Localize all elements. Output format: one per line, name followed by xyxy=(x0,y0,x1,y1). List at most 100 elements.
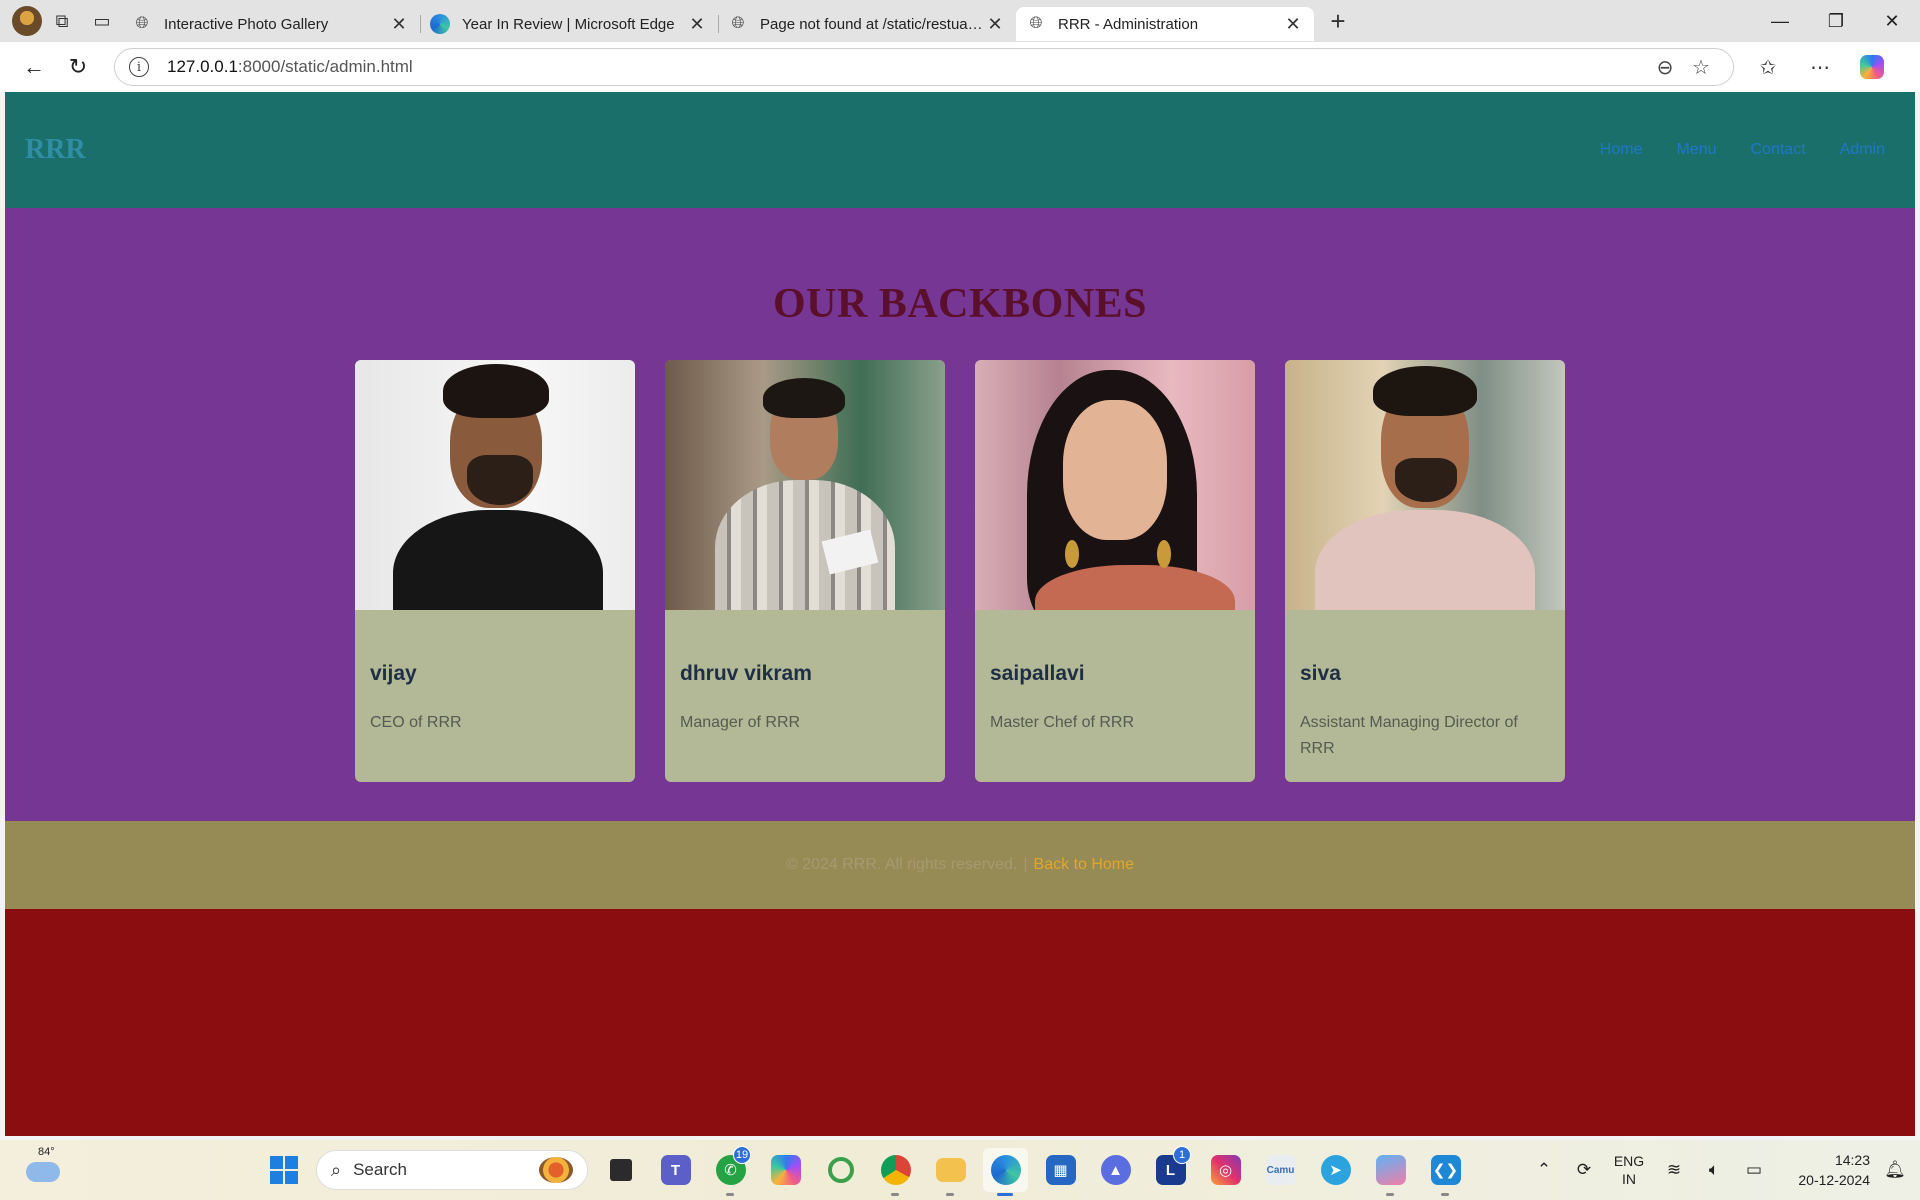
sync-icon[interactable]: ⟳ xyxy=(1564,1160,1604,1180)
triangle-icon: ▲ xyxy=(1100,1155,1131,1185)
language-code: ENG xyxy=(1613,1153,1645,1169)
tab-photo-gallery[interactable]: 🌐︎ Interactive Photo Gallery ✕ xyxy=(122,7,420,41)
task-view-icon xyxy=(609,1159,632,1181)
volume-icon[interactable]: 🔈︎ xyxy=(1694,1160,1734,1180)
back-to-home-link[interactable]: Back to Home xyxy=(1034,856,1134,874)
member-name: dhruv vikram xyxy=(680,662,812,685)
team-photo xyxy=(1285,360,1565,610)
language-indicator[interactable]: ENG IN xyxy=(1604,1152,1654,1188)
close-icon[interactable]: ✕ xyxy=(984,14,1006,35)
region-code: IN xyxy=(1622,1171,1636,1187)
profile-avatar[interactable] xyxy=(12,6,42,36)
url-text[interactable]: 127.0.0.1:8000/static/admin.html xyxy=(167,57,1647,77)
copilot-button[interactable] xyxy=(1846,47,1898,87)
vscode-app[interactable]: ❮❯ xyxy=(1423,1148,1468,1196)
team-cards: vijay CEO of RRR dhruv vikram Manager of… xyxy=(355,360,1565,782)
back-button[interactable]: ← xyxy=(12,47,56,87)
close-icon[interactable]: ✕ xyxy=(1282,14,1304,35)
favorites-icon[interactable]: ✩ xyxy=(1742,47,1794,87)
copilot-app[interactable] xyxy=(763,1148,808,1192)
tab-title: Interactive Photo Gallery xyxy=(164,15,329,33)
time: 14:23 xyxy=(1834,1152,1870,1168)
taskbar-search[interactable]: ⌕ Search xyxy=(316,1150,588,1190)
site-logo[interactable]: RRR xyxy=(25,134,86,166)
site-footer: © 2024 RRR. All rights reserved. | Back … xyxy=(5,821,1915,909)
team-section: OUR BACKBONES vijay CEO of RRR dhruv vik… xyxy=(5,208,1915,821)
zoom-icon[interactable]: ⊖ xyxy=(1647,55,1683,80)
window-close-button[interactable]: ✕ xyxy=(1864,0,1920,42)
minimize-button[interactable]: — xyxy=(1752,0,1808,42)
photos-app[interactable] xyxy=(1368,1148,1413,1196)
arc-app[interactable]: ▲ xyxy=(1093,1148,1138,1192)
camu-icon: Camu xyxy=(1265,1155,1296,1185)
system-tray: ⌃ ⟳ ENG IN ≋ 🔈︎ ▭ 14:23 20-12-2024 🔔︎ xyxy=(1524,1140,1920,1200)
copilot-icon xyxy=(1860,55,1884,79)
whatsapp-app[interactable]: ✆ 19 xyxy=(708,1146,753,1196)
footer-separator: | xyxy=(1023,856,1028,873)
store-app[interactable]: ▦ xyxy=(1038,1148,1083,1192)
task-view-button[interactable] xyxy=(598,1148,643,1192)
file-explorer-app[interactable] xyxy=(928,1148,973,1196)
notification-bell-icon[interactable]: 🔔︎ xyxy=(1880,1160,1910,1180)
favorite-star-icon[interactable]: ☆ xyxy=(1683,55,1719,80)
close-icon[interactable]: ✕ xyxy=(686,14,708,35)
cloud-icon xyxy=(26,1162,60,1182)
member-role: Manager of RRR xyxy=(680,714,801,731)
instagram-icon: ◎ xyxy=(1210,1155,1241,1185)
team-photo xyxy=(975,360,1255,610)
tab-page-not-found[interactable]: 🌐︎ Page not found at /static/restuarant … xyxy=(718,7,1016,41)
member-name: vijay xyxy=(370,662,417,685)
tab-title: RRR - Administration xyxy=(1058,15,1199,33)
start-button[interactable] xyxy=(262,1148,306,1192)
chrome-icon xyxy=(880,1155,911,1185)
restore-button[interactable]: ❐ xyxy=(1808,0,1864,42)
team-photo xyxy=(665,360,945,610)
nav-menu[interactable]: Menu xyxy=(1676,141,1716,159)
tab-rrr-administration[interactable]: 🌐︎ RRR - Administration ✕ xyxy=(1016,7,1314,41)
instagram-app[interactable]: ◎ xyxy=(1203,1148,1248,1192)
address-bar[interactable]: i 127.0.0.1:8000/static/admin.html ⊖ ☆ xyxy=(114,48,1734,86)
team-card: vijay CEO of RRR xyxy=(355,360,635,782)
copilot-icon xyxy=(770,1155,801,1185)
refresh-button[interactable]: ↻ xyxy=(56,47,100,87)
page-viewport: RRR Home Menu Contact Admin OUR BACKBONE… xyxy=(5,92,1915,1136)
search-placeholder: Search xyxy=(353,1160,407,1179)
green-circle-icon xyxy=(827,1157,854,1183)
telegram-app[interactable]: ➤ xyxy=(1313,1148,1358,1192)
camu-app[interactable]: Camu xyxy=(1258,1148,1303,1192)
team-card: saipallavi Master Chef of RRR xyxy=(975,360,1255,782)
telegram-icon: ➤ xyxy=(1320,1155,1351,1185)
whatsapp-badge: 19 xyxy=(733,1146,751,1164)
chevron-up-icon[interactable]: ⌃ xyxy=(1524,1160,1564,1180)
nav-home[interactable]: Home xyxy=(1600,141,1643,159)
member-role: Assistant Managing Director of RRR xyxy=(1300,714,1518,757)
site-nav: Home Menu Contact Admin xyxy=(1600,141,1895,159)
teams-icon: T xyxy=(660,1155,691,1185)
battery-icon[interactable]: ▭ xyxy=(1734,1160,1774,1180)
new-tab-button[interactable]: + xyxy=(1318,4,1358,38)
refresh-app[interactable] xyxy=(818,1148,863,1192)
windows-taskbar: 84° ⌕ Search T ✆ 19 ▦ ▲ L 1 ◎ Camu ➤ ❮❯ xyxy=(0,1140,1920,1200)
wifi-icon[interactable]: ≋ xyxy=(1654,1160,1694,1180)
member-role: Master Chef of RRR xyxy=(990,714,1135,731)
photos-icon xyxy=(1375,1155,1406,1185)
workspaces-icon[interactable]: ⧉ xyxy=(42,1,82,41)
search-icon: ⌕ xyxy=(331,1159,342,1180)
member-name: saipallavi xyxy=(990,662,1085,685)
nav-admin[interactable]: Admin xyxy=(1840,141,1885,159)
tab-actions-icon[interactable]: ▭ xyxy=(82,1,122,41)
team-card: siva Assistant Managing Director of RRR xyxy=(1285,360,1565,782)
chrome-app[interactable] xyxy=(873,1148,918,1196)
nav-contact[interactable]: Contact xyxy=(1751,141,1806,159)
teams-app[interactable]: T xyxy=(653,1148,698,1192)
weather-widget[interactable]: 84° xyxy=(22,1146,66,1192)
l-badge: 1 xyxy=(1173,1146,1191,1164)
more-options-icon[interactable]: ⋯ xyxy=(1794,47,1846,87)
site-info-icon[interactable]: i xyxy=(129,57,149,77)
clock[interactable]: 14:23 20-12-2024 xyxy=(1774,1150,1870,1190)
l-app[interactable]: L 1 xyxy=(1148,1146,1193,1192)
edge-app[interactable] xyxy=(983,1148,1028,1196)
close-icon[interactable]: ✕ xyxy=(388,14,410,35)
tab-year-in-review[interactable]: Year In Review | Microsoft Edge ✕ xyxy=(420,7,718,41)
site-header: RRR Home Menu Contact Admin xyxy=(5,92,1915,208)
